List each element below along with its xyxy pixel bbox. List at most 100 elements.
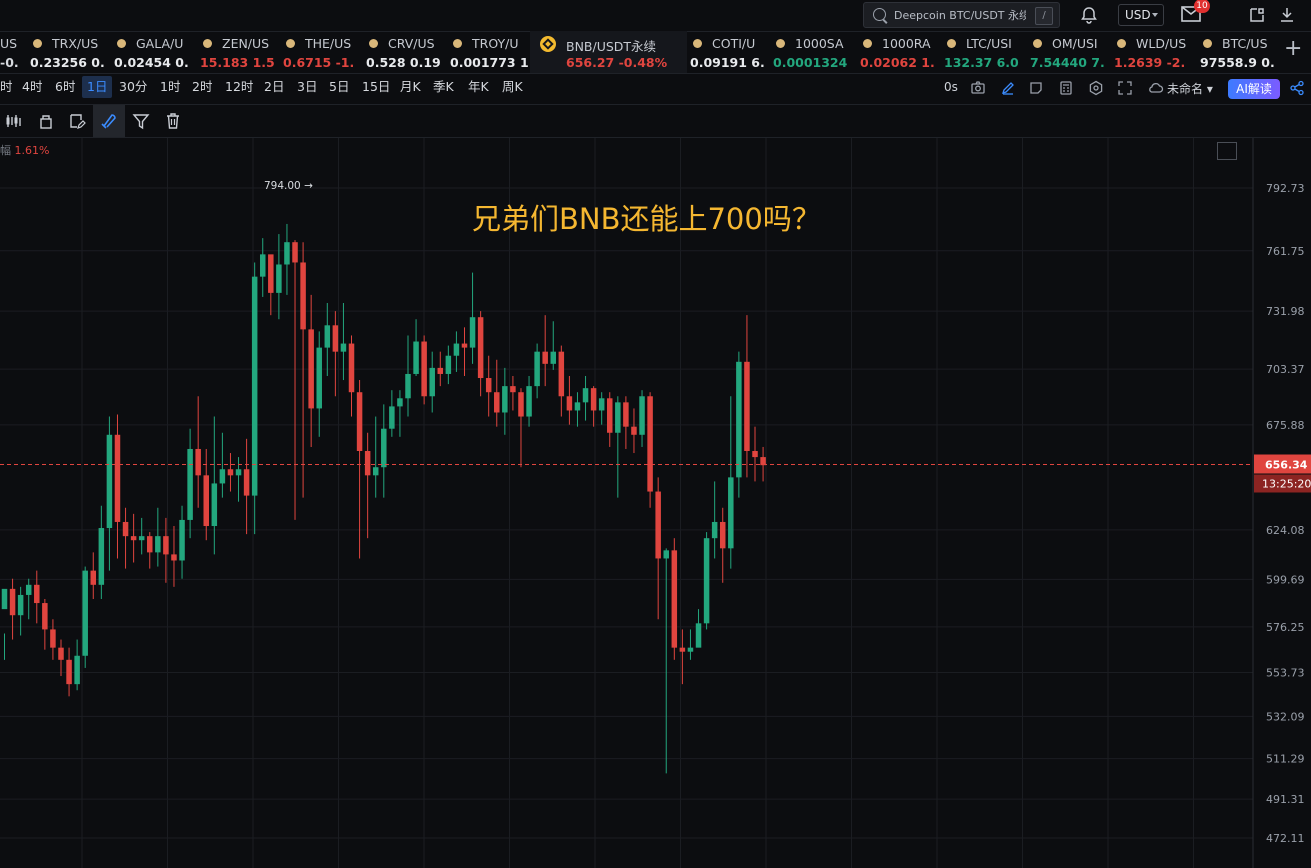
gear-icon[interactable]: [1088, 80, 1104, 96]
coin-icon: [863, 39, 872, 48]
search-shortcut: /: [1035, 7, 1053, 25]
share-icon[interactable]: [1289, 80, 1305, 96]
interval-14[interactable]: 年K: [468, 76, 489, 98]
candle-body: [615, 402, 621, 433]
interval-4[interactable]: 30分: [119, 76, 147, 98]
interval-11[interactable]: 15日: [362, 76, 390, 98]
indicator-icon[interactable]: [5, 112, 23, 130]
y-tick-label: 576.25: [1266, 621, 1305, 634]
candle-body: [1, 588, 8, 610]
add-ticker-button[interactable]: +: [1284, 36, 1302, 61]
candle-body: [356, 392, 363, 452]
interval-13[interactable]: 季K: [433, 76, 454, 98]
currency-select[interactable]: USD: [1118, 4, 1164, 26]
interval-9[interactable]: 3日: [297, 76, 317, 98]
edit-doc-icon[interactable]: [68, 112, 86, 130]
coin-icon: [369, 39, 378, 48]
interval-10[interactable]: 5日: [329, 76, 349, 98]
coin-icon: [203, 39, 212, 48]
candle-body: [671, 550, 678, 648]
candle-body: [340, 343, 347, 352]
ticker-7[interactable]: BNB/USDT永续 656.27 -0.48%: [530, 31, 687, 73]
ai-analysis-button[interactable]: AI解读: [1228, 79, 1280, 99]
price-chart[interactable]: 792.73 761.75 731.98 703.37 675.88 624.08 599.…: [0, 138, 1311, 868]
candle-body: [122, 521, 129, 537]
divider: [0, 104, 1311, 105]
ticker-name: THE/US: [305, 36, 352, 51]
interval-7[interactable]: 12时: [225, 76, 253, 98]
search-icon: [873, 8, 886, 21]
interval-15[interactable]: 周K: [502, 76, 523, 98]
candle-body: [494, 392, 500, 413]
note-icon[interactable]: [1028, 80, 1044, 96]
download-icon[interactable]: [1278, 6, 1296, 24]
candle-body: [663, 550, 669, 559]
candle-body: [502, 386, 508, 413]
y-tick-label: 703.37: [1266, 363, 1305, 376]
bell-icon[interactable]: [1080, 6, 1098, 24]
calculator-icon[interactable]: [1058, 80, 1074, 96]
ticker-name: 1000RA: [882, 36, 931, 51]
candle-body: [719, 521, 726, 549]
candle-body: [74, 655, 80, 685]
fullscreen-icon[interactable]: [1117, 80, 1133, 96]
search-input[interactable]: [894, 7, 1026, 23]
filter-icon[interactable]: [132, 112, 150, 130]
expand-chart-button[interactable]: [1217, 142, 1237, 160]
candle-body: [598, 398, 605, 411]
ticker-price: 1.2639 -2.: [1114, 55, 1186, 70]
candle-body: [485, 378, 492, 393]
ticker-name: BNB/USDT永续: [566, 39, 657, 54]
candle-body: [316, 347, 322, 409]
ticker-name: US: [0, 36, 18, 51]
ticker-price: 97558.9 0.: [1200, 55, 1275, 70]
bnb-coin-icon: [540, 36, 556, 52]
candle-body: [114, 434, 121, 522]
candle-body: [82, 570, 88, 656]
candle-body: [542, 351, 548, 364]
interval-1[interactable]: 4时: [22, 76, 42, 98]
interval-2[interactable]: 6时: [55, 76, 75, 98]
chart-annotation: 兄弟们BNB还能上700吗？: [472, 202, 821, 236]
candle-body: [171, 554, 177, 561]
ticker-price: -0.: [0, 55, 19, 70]
candle-body: [453, 343, 460, 356]
interval-12[interactable]: 月K: [400, 76, 421, 98]
interval-3[interactable]: 1日: [82, 76, 113, 98]
ticker-name: 1000SA: [795, 36, 844, 51]
candle-body: [219, 469, 226, 484]
candle-body: [42, 603, 48, 630]
candle-body: [469, 317, 476, 348]
magnet-icon[interactable]: [100, 112, 118, 130]
candle-body: [631, 426, 637, 435]
candle-body: [259, 254, 266, 277]
cloud-icon[interactable]: [1147, 80, 1164, 96]
countdown-value: 13:25:20: [1262, 478, 1311, 491]
interval-0[interactable]: 时: [0, 76, 13, 98]
candle-body: [566, 396, 573, 411]
y-tick-label: 511.29: [1266, 753, 1305, 766]
y-tick-label: 491.31: [1266, 793, 1305, 806]
layout-name-dropdown[interactable]: 未命名 ▾: [1167, 80, 1213, 97]
trash-icon[interactable]: [164, 112, 182, 130]
interval-5[interactable]: 1时: [160, 76, 180, 98]
pencil-icon[interactable]: [1000, 80, 1016, 96]
lock-icon[interactable]: [37, 112, 55, 130]
ticker-price: 0.6715 -1.: [283, 55, 355, 70]
current-price-value: 656.34: [1265, 459, 1308, 472]
candle-body: [687, 647, 694, 652]
candle-body: [187, 448, 193, 520]
interval-8[interactable]: 2日: [264, 76, 284, 98]
ticker-price: 0.528 0.19: [366, 55, 441, 70]
candle-body: [227, 469, 234, 476]
interval-6[interactable]: 2时: [192, 76, 212, 98]
window-layout-icon[interactable]: [1248, 6, 1266, 24]
camera-icon[interactable]: [970, 80, 986, 96]
ticker-strip: US -0. TRX/US 0.23256 0. GALA/U 0.02454 0. ZEN…: [0, 31, 1311, 73]
candle-body: [550, 351, 557, 364]
candle-body: [582, 388, 589, 403]
candle-body: [211, 483, 218, 527]
search-box[interactable]: /: [863, 2, 1060, 28]
ticker-price: 0.09191 6.: [690, 55, 765, 70]
ticker-price: 7.54440 7.: [1030, 55, 1105, 70]
